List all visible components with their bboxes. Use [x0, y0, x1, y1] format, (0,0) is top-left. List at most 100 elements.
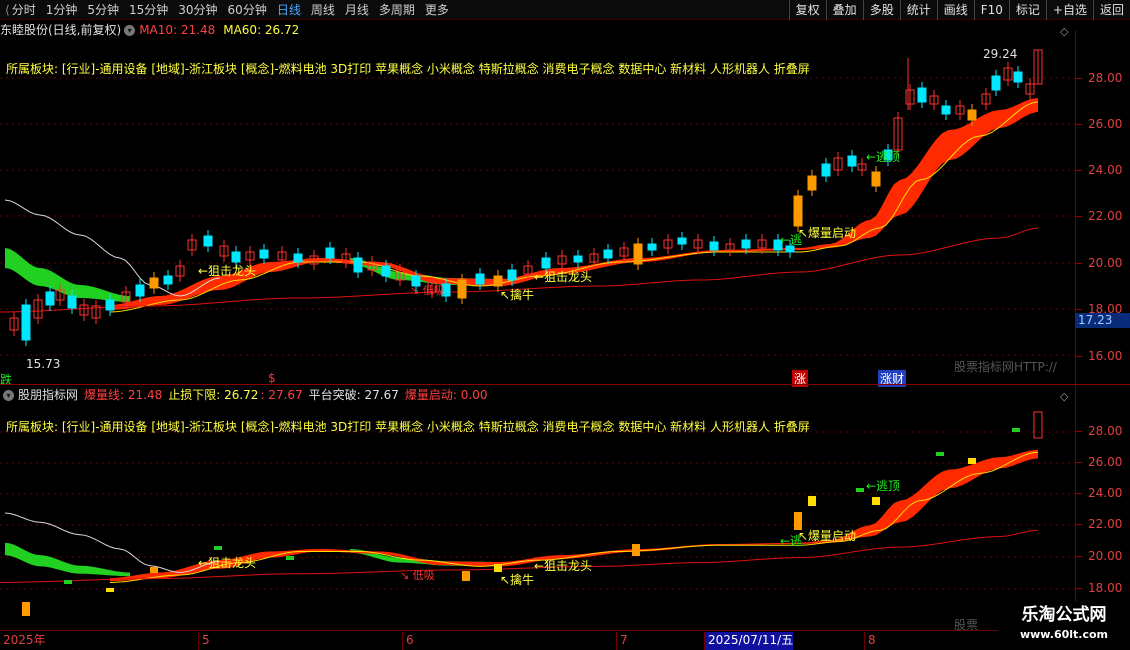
signal-bar — [872, 497, 880, 505]
annotation-snipe: ←狙击龙头 — [534, 270, 593, 284]
signal-bar — [1012, 428, 1020, 432]
annotation-slope: ↘ 低吸 — [400, 569, 435, 582]
period-tab[interactable]: 日线 — [272, 0, 306, 20]
toolbar-button[interactable]: F10 — [973, 0, 1009, 20]
period-tab[interactable]: 15分钟 — [124, 0, 173, 20]
date-label: 7 — [616, 632, 628, 650]
low-label: 15.73 — [26, 357, 61, 371]
candle-body — [259, 249, 269, 259]
signal-bar — [632, 544, 640, 556]
toolbar-button[interactable]: 复权 — [788, 0, 826, 20]
candle-body — [135, 284, 145, 297]
high-label: 29.24 — [983, 47, 1018, 61]
candle-body — [991, 75, 1001, 91]
signal-bar — [462, 571, 470, 581]
candle-body — [807, 175, 817, 191]
date-label: 6 — [402, 632, 414, 650]
toolbar-button[interactable]: +自选 — [1045, 0, 1093, 20]
candle-body — [647, 243, 657, 251]
candle-body — [293, 253, 303, 263]
signal-bar — [808, 496, 816, 506]
candle-body — [603, 249, 613, 259]
date-cursor-label: 2025/07/11/五 — [704, 632, 794, 650]
tick-label: 24.00 — [1075, 486, 1123, 500]
candle-body — [871, 171, 881, 187]
period-tab[interactable]: 周线 — [306, 0, 340, 20]
toolbar-button[interactable]: 统计 — [899, 0, 937, 20]
annotation-snipe: ←狙击龙头 — [198, 264, 257, 278]
candle-body — [793, 195, 803, 227]
tick-label: 22.00 — [1075, 209, 1123, 223]
signal-bar — [150, 567, 158, 573]
sub-indicator-chart[interactable] — [0, 395, 1075, 630]
toolbar-button[interactable]: 多股 — [862, 0, 900, 20]
period-tab[interactable]: 1分钟 — [41, 0, 83, 20]
signal-bar — [936, 452, 944, 456]
tick-label: 28.00 — [1075, 71, 1123, 85]
candle-body — [231, 251, 241, 263]
signal-bar — [286, 556, 294, 560]
candle-body — [541, 257, 551, 269]
signal-bar — [214, 546, 222, 550]
period-tab[interactable]: 月线 — [340, 0, 374, 20]
candle-body — [381, 265, 391, 277]
main-kline-chart[interactable] — [0, 30, 1075, 385]
marker-dollar: $ — [268, 371, 276, 385]
period-tab[interactable]: 更多 — [420, 0, 454, 20]
candle-body — [573, 255, 583, 263]
tick-label: 26.00 — [1075, 455, 1123, 469]
candle-body — [507, 269, 517, 281]
toolbar-button[interactable]: 画线 — [936, 0, 974, 20]
annotation-escape-top: ←逃顶 — [866, 150, 901, 164]
candle-body — [633, 243, 643, 265]
candle-body — [21, 304, 31, 341]
tick-label: 18.00 — [1075, 581, 1123, 595]
candle-body — [325, 247, 335, 259]
period-tab[interactable]: 5分钟 — [82, 0, 124, 20]
annotation-catch-bull: ↖擒牛 — [500, 573, 535, 587]
candle-body — [149, 277, 159, 289]
current-price-tag: 17.23 — [1075, 313, 1130, 328]
toolbar-button[interactable]: 叠加 — [825, 0, 863, 20]
candle-body — [917, 87, 927, 103]
date-label: 5 — [198, 632, 210, 650]
tick-label: 26.00 — [1075, 117, 1123, 131]
period-tab[interactable]: 多周期 — [374, 0, 420, 20]
toolbar-button[interactable]: 返回 — [1092, 0, 1130, 20]
signal-bar — [968, 458, 976, 464]
tick-label: 24.00 — [1075, 163, 1123, 177]
candle-body — [457, 279, 467, 299]
site-text: 股票指标网HTTP:// — [954, 360, 1057, 374]
tick-label: 22.00 — [1075, 517, 1123, 531]
main-price-axis: 28.00 26.00 24.00 22.00 20.00 18.00 16.0… — [1075, 30, 1130, 385]
right-toolbar: 复权 叠加 多股 统计 画线 F10 标记 +自选 返回 — [788, 0, 1130, 20]
candle-body — [45, 291, 55, 306]
period-tab[interactable]: 30分钟 — [173, 0, 222, 20]
signal-bar — [856, 488, 864, 492]
candle-body — [821, 163, 831, 177]
candle-body — [493, 275, 503, 287]
ma-band-green — [5, 542, 130, 577]
candle-body — [67, 295, 77, 309]
period-tab[interactable]: 60分钟 — [223, 0, 272, 20]
candle-body — [741, 239, 751, 249]
candle-body — [677, 237, 687, 245]
candle-body — [475, 273, 485, 285]
period-tab[interactable]: 分时 — [0, 0, 41, 20]
signal-bar — [106, 588, 114, 592]
tick-label: 20.00 — [1075, 256, 1123, 270]
sub-price-axis: 28.00 26.00 24.00 22.00 20.00 18.00 — [1075, 385, 1130, 630]
candle-body — [105, 299, 115, 311]
toolbar-button[interactable]: 标记 — [1008, 0, 1046, 20]
signal-bar — [64, 580, 72, 584]
candle-body — [967, 109, 977, 121]
ma-band-green — [5, 248, 130, 302]
watermark-url: www.60lt.com — [1019, 628, 1109, 641]
annotation-snipe: ←狙击龙头 — [534, 559, 593, 573]
candle-body — [163, 275, 173, 285]
panel-divider — [0, 384, 1130, 385]
date-label: 2025年 — [3, 633, 46, 647]
annotation-surge-start: ↖爆量启动 — [798, 226, 857, 240]
candle-body — [941, 105, 951, 115]
top-toolbar: 分时1分钟5分钟15分钟30分钟60分钟日线周线月线多周期更多 复权叠加多股统计… — [0, 0, 1130, 20]
